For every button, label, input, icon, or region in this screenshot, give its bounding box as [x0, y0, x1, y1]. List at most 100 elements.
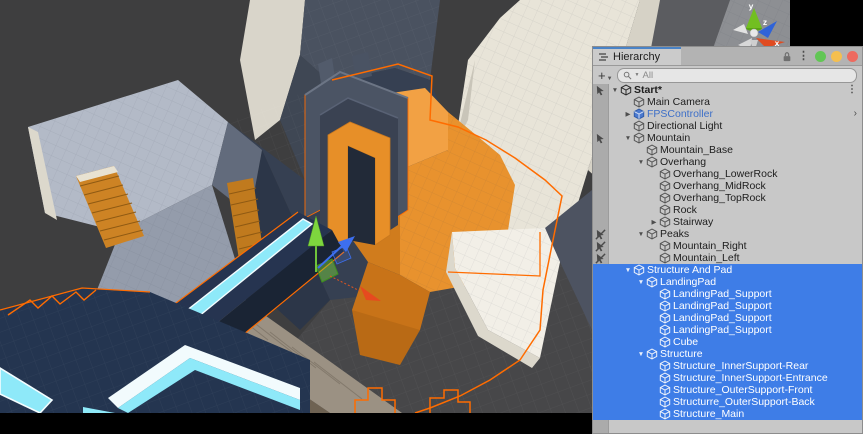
tree-row-landingpad-support[interactable]: LandingPad_Support [593, 324, 862, 336]
unity-editor: y z x Hierarchy ⋮ [0, 0, 863, 434]
tree-row-peaks[interactable]: ▼ Peaks [593, 228, 862, 240]
foldout-open-icon[interactable]: ▼ [623, 135, 633, 142]
gameobject-cube-icon [659, 324, 671, 336]
row-label: Mountain [647, 132, 690, 144]
row-label: Structure_InnerSupport-Rear [673, 360, 808, 372]
tree-row-structure-and-pad[interactable]: ▼ Structure And Pad [593, 264, 862, 276]
row-label: FPSController [647, 108, 713, 120]
tree-row-mountain-right[interactable]: Mountain_Right [593, 240, 862, 252]
tree-row-overhang-midrock[interactable]: Overhang_MidRock [593, 180, 862, 192]
gameobject-cube-icon [659, 384, 671, 396]
search-value: All [643, 70, 654, 81]
tree-row-main-camera[interactable]: Main Camera [593, 96, 862, 108]
gameobject-cube-icon [659, 216, 671, 228]
row-label: Directional Light [647, 120, 722, 132]
tree-row-mountain-left[interactable]: Mountain_Left [593, 252, 862, 264]
tab-hierarchy[interactable]: Hierarchy [593, 47, 681, 65]
foldout-open-icon[interactable]: ▼ [636, 159, 646, 166]
hierarchy-window: Hierarchy ⋮ + ▼ ▼ [592, 46, 863, 434]
gameobject-cube-icon [633, 132, 645, 144]
pick-toggle-icon[interactable] [595, 85, 606, 96]
gameobject-cube-icon [659, 300, 671, 312]
tree-row-overhang-toprock[interactable]: Overhang_TopRock [593, 192, 862, 204]
tree-row-landingpad-support[interactable]: LandingPad_Support [593, 312, 862, 324]
hierarchy-list-icon [599, 52, 609, 62]
prefab-cube-icon [633, 108, 645, 120]
tree-row-structurre-outersupport-back[interactable]: Structurre_OuterSupport-Back [593, 396, 862, 408]
foldout-open-icon[interactable]: ▼ [636, 279, 646, 286]
tree-row-mountain-base[interactable]: Mountain_Base [593, 144, 862, 156]
tree-row-structure-main[interactable]: Structure_Main [593, 408, 862, 420]
chevron-down-icon: ▼ [635, 72, 640, 78]
row-label: Structure_Main [673, 408, 744, 420]
row-label: Rock [673, 204, 697, 216]
row-label: Main Camera [647, 96, 710, 108]
prefab-open-chevron-icon[interactable]: › [854, 109, 857, 119]
foldout-open-icon[interactable]: ▼ [610, 87, 620, 94]
tree-row-landingpad-support[interactable]: LandingPad_Support [593, 288, 862, 300]
pick-toggle-icon[interactable] [595, 229, 606, 240]
foldout-open-icon[interactable]: ▼ [623, 267, 633, 274]
gameobject-cube-icon [659, 180, 671, 192]
gameobject-cube-icon [633, 120, 645, 132]
foldout-closed-icon[interactable]: ▶ [623, 110, 633, 118]
pick-toggle-icon[interactable] [595, 241, 606, 252]
foldout-closed-icon[interactable]: ▶ [649, 218, 659, 226]
tree-row-overhang-lowerrock[interactable]: Overhang_LowerRock [593, 168, 862, 180]
tree-row-stairway[interactable]: ▶ Stairway [593, 216, 862, 228]
tree-row-structure[interactable]: ▼ Structure [593, 348, 862, 360]
row-label: Start* [634, 84, 662, 96]
tree-row-cube[interactable]: Cube [593, 336, 862, 348]
gizmo-center[interactable] [750, 29, 758, 37]
tree-row-rock[interactable]: Rock [593, 204, 862, 216]
row-label: Structurre_OuterSupport-Back [673, 396, 815, 408]
foldout-open-icon[interactable]: ▼ [636, 231, 646, 238]
row-label: Overhang [660, 156, 706, 168]
tree-row-landingpad[interactable]: ▼ LandingPad [593, 276, 862, 288]
window-control-dot-2[interactable] [847, 51, 858, 62]
tree-row-mountain[interactable]: ▼ Mountain [593, 132, 862, 144]
gameobject-cube-icon [659, 396, 671, 408]
axis-label-z: z [763, 17, 767, 27]
scene-options-kebab-icon[interactable]: ⋮ [847, 85, 857, 95]
hierarchy-toolbar: + ▼ ▼ All [593, 66, 862, 84]
window-control-dot-1[interactable] [831, 51, 842, 62]
window-control-dot-0[interactable] [815, 51, 826, 62]
row-label: LandingPad_Support [673, 312, 772, 324]
row-label: Peaks [660, 228, 689, 240]
row-label: LandingPad [660, 276, 716, 288]
tree-row-overhang[interactable]: ▼ Overhang [593, 156, 862, 168]
tree-row-directional-light[interactable]: Directional Light [593, 120, 862, 132]
gameobject-cube-icon [659, 408, 671, 420]
lock-icon[interactable] [782, 51, 792, 62]
tree-row-structure-innersupport-entrance[interactable]: Structure_InnerSupport-Entrance [593, 372, 862, 384]
row-label: LandingPad_Support [673, 300, 772, 312]
gameobject-cube-icon [659, 240, 671, 252]
tree-row-landingpad-support[interactable]: LandingPad_Support [593, 300, 862, 312]
row-label: Structure And Pad [647, 264, 732, 276]
pick-toggle-icon[interactable] [595, 133, 606, 144]
gameobject-cube-icon [659, 312, 671, 324]
gameobject-cube-icon [646, 156, 658, 168]
tree-row-structure-innersupport-rear[interactable]: Structure_InnerSupport-Rear [593, 360, 862, 372]
search-input[interactable]: ▼ All [617, 68, 857, 83]
tree-row-structure-outersupport-front[interactable]: Structure_OuterSupport-Front [593, 384, 862, 396]
row-label: LandingPad_Support [673, 288, 772, 300]
tree-row-start-[interactable]: ▼ Start* ⋮ [593, 84, 862, 96]
gameobject-cube-icon [633, 96, 645, 108]
gameobject-cube-icon [646, 144, 658, 156]
tab-hierarchy-label: Hierarchy [613, 51, 660, 63]
window-traffic-lights[interactable] [815, 51, 858, 62]
row-label: Structure_OuterSupport-Front [673, 384, 812, 396]
kebab-menu-icon[interactable]: ⋮ [797, 51, 810, 62]
gameobject-cube-icon [659, 168, 671, 180]
gameobject-cube-icon [659, 252, 671, 264]
foldout-open-icon[interactable]: ▼ [636, 351, 646, 358]
gameobject-cube-icon [659, 336, 671, 348]
row-label: Mountain_Left [673, 252, 740, 264]
create-button[interactable]: + ▼ [598, 69, 613, 82]
gameobject-cube-icon [659, 288, 671, 300]
hierarchy-tree: ▼ Start* ⋮ Main Camera ▶ FPSController › Di… [593, 84, 862, 434]
tree-row-fpscontroller[interactable]: ▶ FPSController › [593, 108, 862, 120]
pick-toggle-icon[interactable] [595, 253, 606, 264]
